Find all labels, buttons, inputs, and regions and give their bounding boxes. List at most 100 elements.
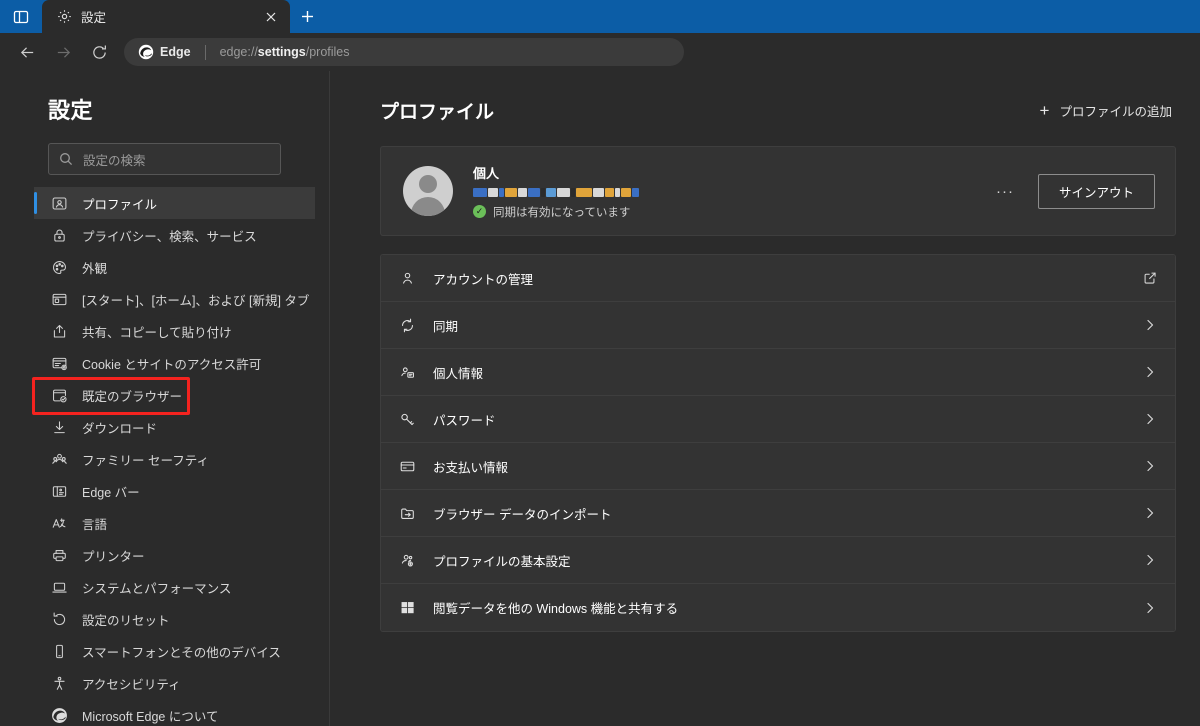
sidebar-item-label: プライバシー、検索、サービス xyxy=(82,229,257,244)
forward-arrow-icon[interactable] xyxy=(46,37,80,67)
sidebar-item-1[interactable]: プライバシー、検索、サービス xyxy=(34,219,315,251)
sidebar-item-label: Microsoft Edge について xyxy=(82,709,219,724)
sidebar-item-0[interactable]: プロファイル xyxy=(34,187,315,219)
sidebar-item-label: スマートフォンとその他のデバイス xyxy=(82,645,281,660)
settings-row-label: アカウントの管理 xyxy=(433,272,534,287)
credit-card-icon xyxy=(397,456,417,476)
redaction-block-2 xyxy=(499,187,504,197)
new-tab-button[interactable] xyxy=(290,0,324,33)
import-icon xyxy=(397,503,417,523)
download-icon xyxy=(50,418,68,436)
language-icon xyxy=(50,514,68,532)
settings-row-label: お支払い情報 xyxy=(433,460,509,475)
address-bar[interactable]: Edge edge://settings/profiles xyxy=(124,38,684,66)
signout-button[interactable]: サインアウト xyxy=(1037,173,1155,209)
settings-row-7[interactable]: 閲覧データを他の Windows 機能と共有する xyxy=(381,584,1175,631)
settings-row-label: 同期 xyxy=(433,319,459,334)
sidebar-item-6[interactable]: 既定のブラウザー xyxy=(32,377,315,415)
sidebar-item-label: Cookie とサイトのアクセス許可 xyxy=(82,357,262,372)
sidebar-item-label: 共有、コピーして貼り付け xyxy=(82,325,232,340)
sidebar-item-2[interactable]: 外観 xyxy=(34,251,315,283)
sidebar-item-3[interactable]: [スタート]、[ホーム]、および [新規] タブ xyxy=(34,283,315,315)
browser-tab[interactable]: 設定 xyxy=(42,0,290,33)
chevron-right-icon xyxy=(1143,601,1157,615)
profile-settings-list: アカウントの管理 同期個人情報 パスワードお支払い情報ブラウザー データのインポート… xyxy=(380,254,1176,632)
settings-row-1[interactable]: 同期 xyxy=(381,302,1175,349)
redaction-block-10 xyxy=(576,187,592,197)
sidebar-item-label: アクセシビリティ xyxy=(82,677,181,692)
sidebar-item-label: 既定のブラウザー xyxy=(82,389,183,404)
sidebar-item-9[interactable]: Edge バー xyxy=(34,475,315,507)
plus-icon: + xyxy=(1039,101,1050,120)
back-arrow-icon[interactable] xyxy=(10,37,44,67)
sidebar-item-5[interactable]: Cookie とサイトのアクセス許可 xyxy=(34,347,315,379)
settings-row-5[interactable]: ブラウザー データのインポート xyxy=(381,490,1175,537)
avatar xyxy=(403,166,453,216)
sidebar-item-7[interactable]: ダウンロード xyxy=(34,411,315,443)
sidebar-item-label: 設定のリセット xyxy=(82,613,170,628)
sidebar-item-label: 言語 xyxy=(82,517,108,532)
palette-icon xyxy=(50,258,68,276)
settings-row-6[interactable]: プロファイルの基本設定 xyxy=(381,537,1175,584)
redaction-block-13 xyxy=(615,187,620,197)
search-icon xyxy=(59,152,73,166)
share-icon xyxy=(50,322,68,340)
sidebar-item-label: システムとパフォーマンス xyxy=(82,581,232,596)
omnibox-separator xyxy=(204,44,206,60)
printer-icon xyxy=(50,546,68,564)
gear-icon xyxy=(56,9,72,25)
redaction-block-7 xyxy=(546,187,556,197)
profile-name: 個人 xyxy=(473,165,500,181)
omnibox-url: edge://settings/profiles xyxy=(220,45,350,59)
browser-window-icon xyxy=(50,290,68,308)
sidebar-item-8[interactable]: ファミリー セーフティ xyxy=(34,443,315,475)
sidebar-item-label: プリンター xyxy=(82,549,145,564)
browser-toolbar: Edge edge://settings/profiles xyxy=(0,33,1200,71)
search-placeholder: 設定の検索 xyxy=(83,153,146,168)
chevron-right-icon xyxy=(1143,459,1157,473)
tab-strip: 設定 xyxy=(0,0,1200,33)
sidebar-item-12[interactable]: システムとパフォーマンス xyxy=(34,571,315,603)
sidebar-item-10[interactable]: 言語 xyxy=(34,507,315,539)
sync-status-label: 同期は有効になっています xyxy=(493,206,631,219)
settings-row-0[interactable]: アカウントの管理 xyxy=(381,255,1175,302)
laptop-icon xyxy=(50,578,68,596)
lock-icon xyxy=(50,226,68,244)
redaction-block-5 xyxy=(528,187,540,197)
sidebar-item-4[interactable]: 共有、コピーして貼り付け xyxy=(34,315,315,347)
redaction-block-1 xyxy=(488,187,498,197)
sidebar-item-14[interactable]: スマートフォンとその他のデバイス xyxy=(34,635,315,667)
sidebar-item-13[interactable]: 設定のリセット xyxy=(34,603,315,635)
close-icon[interactable] xyxy=(260,6,282,28)
redaction-block-15 xyxy=(632,187,639,197)
sidebar-item-label: [スタート]、[ホーム]、および [新規] タブ xyxy=(82,293,310,308)
profile-card: 個人 ✓ 同期は有効になっています ··· サインアウト xyxy=(380,146,1176,236)
profile-prefs-icon xyxy=(397,550,417,570)
main-header: プロファイル + プロファイルの追加 xyxy=(380,97,1176,124)
settings-row-label: ブラウザー データのインポート xyxy=(433,507,612,522)
settings-main: プロファイル + プロファイルの追加 個人 ✓ 同期は有効になっています ···… xyxy=(330,71,1200,726)
reload-icon[interactable] xyxy=(82,37,116,67)
url-suffix: /profiles xyxy=(305,45,350,59)
settings-row-3[interactable]: パスワード xyxy=(381,396,1175,443)
settings-row-4[interactable]: お支払い情報 xyxy=(381,443,1175,490)
main-title: プロファイル xyxy=(380,102,495,123)
key-icon xyxy=(397,409,417,429)
settings-row-2[interactable]: 個人情報 xyxy=(381,349,1175,396)
add-profile-button[interactable]: + プロファイルの追加 xyxy=(1040,101,1172,120)
sync-icon xyxy=(397,315,417,335)
search-input[interactable]: 設定の検索 xyxy=(48,143,281,175)
windows-icon xyxy=(397,598,417,618)
redaction-block-3 xyxy=(505,187,517,197)
sidebar-item-11[interactable]: プリンター xyxy=(34,539,315,571)
sidebar-item-16[interactable]: Microsoft Edge について xyxy=(34,699,315,726)
edge-logo-icon: Edge xyxy=(138,44,191,60)
cookie-permissions-icon xyxy=(50,354,68,372)
sidebar-item-15[interactable]: アクセシビリティ xyxy=(34,667,315,699)
profile-info: 個人 ✓ 同期は有効になっています xyxy=(473,163,988,220)
accessibility-icon xyxy=(50,674,68,692)
settings-page: 設定 設定の検索 プロファイル プライバシー、検索、サービス 外観 [スタート]、[ホ… xyxy=(0,71,1200,726)
profile-card-actions: ··· サインアウト xyxy=(988,173,1155,209)
tab-actions-icon[interactable] xyxy=(0,0,42,33)
more-options-button[interactable]: ··· xyxy=(988,179,1022,204)
